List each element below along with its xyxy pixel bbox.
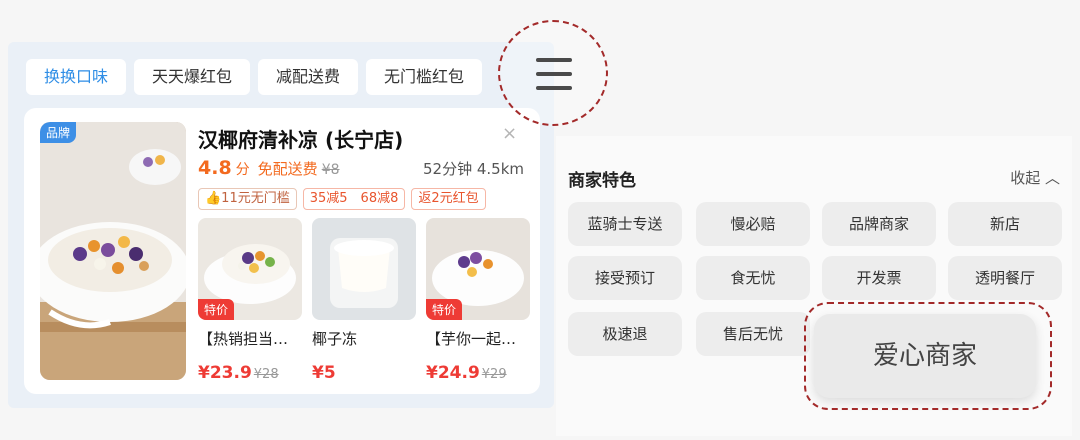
menu-icon[interactable] bbox=[536, 58, 572, 90]
promo-tags: 👍11元无门槛 35减5 68减8 返2元红包 bbox=[198, 188, 486, 210]
free-delivery-label: 免配送费 bbox=[257, 160, 318, 178]
feature-chip[interactable]: 极速退 bbox=[568, 312, 682, 356]
collapse-button[interactable]: 收起 ︿ bbox=[1010, 167, 1060, 188]
feature-chip[interactable]: 食无忧 bbox=[696, 256, 810, 300]
special-price-badge: 特价 bbox=[426, 299, 463, 320]
feature-chip[interactable]: 售后无忧 bbox=[696, 312, 810, 356]
menu-item-original-price: ¥28 bbox=[253, 367, 279, 380]
feature-chip[interactable]: 新店 bbox=[948, 202, 1062, 246]
promo-tag: 👍11元无门槛 bbox=[198, 188, 297, 210]
features-title: 商家特色 bbox=[568, 171, 636, 191]
promo-tag: 返2元红包 bbox=[411, 188, 486, 210]
featured-items: 特价 【热销担当… ¥23.9 ¥28 椰子冻 ¥5 特价 【芋你一起… ¥24… bbox=[198, 218, 540, 380]
feature-chip[interactable]: 蓝骑士专送 bbox=[568, 202, 682, 246]
feature-chip[interactable]: 接受预订 bbox=[568, 256, 682, 300]
menu-item-card[interactable]: 特价 【热销担当… ¥23.9 ¥28 bbox=[198, 218, 302, 380]
close-icon[interactable]: × bbox=[502, 124, 517, 144]
store-hero-image[interactable]: 品牌 bbox=[40, 122, 186, 380]
menu-item-card[interactable]: 椰子冻 ¥5 bbox=[312, 218, 416, 380]
tab-no-threshold-red-packet[interactable]: 无门槛红包 bbox=[366, 59, 483, 95]
menu-item-image: 特价 bbox=[426, 218, 530, 320]
feature-chip[interactable]: 慢必赔 bbox=[696, 202, 810, 246]
menu-item-price-line: ¥5 bbox=[312, 363, 416, 380]
dish-photo bbox=[312, 218, 416, 320]
special-price-badge: 特价 bbox=[198, 299, 235, 320]
menu-item-name: 【芋你一起… bbox=[426, 330, 517, 348]
store-list-panel: 换换口味 天天爆红包 减配送费 无门槛红包 品牌 汉椰府清补凉 (长宁店) × … bbox=[8, 42, 554, 408]
store-name[interactable]: 汉椰府清补凉 (长宁店) bbox=[198, 124, 403, 153]
promo-tag: 35减5 68减8 bbox=[302, 188, 406, 210]
store-rating: 4.8 bbox=[198, 157, 232, 179]
menu-button-highlight[interactable] bbox=[498, 20, 608, 126]
rating-unit: 分 bbox=[235, 162, 250, 178]
rating-line: 4.8 分 免配送费 ¥8 bbox=[198, 157, 340, 179]
menu-item-image: 特价 bbox=[198, 218, 302, 320]
store-card[interactable]: 品牌 汉椰府清补凉 (长宁店) × 4.8 分 免配送费 ¥8 52分钟 4.5… bbox=[24, 108, 540, 394]
menu-item-price: ¥23.9 bbox=[198, 363, 252, 380]
menu-item-name: 椰子冻 bbox=[312, 330, 358, 348]
filter-tabs: 换换口味 天天爆红包 减配送费 无门槛红包 bbox=[26, 59, 483, 95]
tab-reduced-delivery[interactable]: 减配送费 bbox=[258, 59, 359, 95]
tab-daily-red-packet[interactable]: 天天爆红包 bbox=[134, 59, 251, 95]
original-delivery-fee: ¥8 bbox=[321, 162, 340, 178]
brand-badge: 品牌 bbox=[40, 122, 77, 143]
feature-chip[interactable]: 透明餐厅 bbox=[948, 256, 1062, 300]
menu-item-price-line: ¥23.9 ¥28 bbox=[198, 363, 302, 380]
menu-item-card[interactable]: 特价 【芋你一起… ¥24.9 ¥29 bbox=[426, 218, 530, 380]
menu-item-image bbox=[312, 218, 416, 320]
tab-change-taste[interactable]: 换换口味 bbox=[26, 59, 127, 95]
highlight-outline bbox=[804, 302, 1052, 410]
menu-item-original-price: ¥29 bbox=[481, 367, 507, 380]
feature-chip[interactable]: 开发票 bbox=[822, 256, 936, 300]
delivery-time-distance: 52分钟 4.5km bbox=[422, 160, 524, 178]
menu-item-price-line: ¥24.9 ¥29 bbox=[426, 363, 530, 380]
menu-item-price: ¥5 bbox=[312, 363, 336, 380]
menu-item-price: ¥24.9 bbox=[426, 363, 480, 380]
feature-chip[interactable]: 品牌商家 bbox=[822, 202, 936, 246]
menu-item-name: 【热销担当… bbox=[198, 330, 289, 348]
dessert-bowl-photo bbox=[40, 122, 186, 380]
